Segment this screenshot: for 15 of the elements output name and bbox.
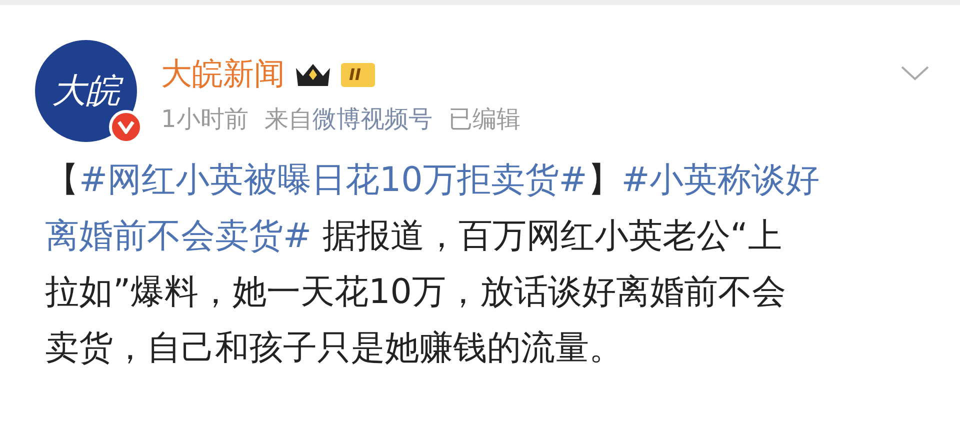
post-text: 卖货，自己和孩子只是她赚钱的流量。 <box>45 328 623 368</box>
post-text: 【 <box>45 160 79 200</box>
source-label: 来自 <box>264 105 312 134</box>
source-link[interactable]: 微博视频号 <box>312 105 432 134</box>
post-text: 】 <box>587 160 622 200</box>
level-badge[interactable]: II <box>341 62 375 87</box>
hashtag-link[interactable]: #网红小英被曝日花10万拒卖货# <box>79 160 588 200</box>
hashtag-link[interactable]: #小英称谈好 <box>621 160 820 200</box>
author-name[interactable]: 大皖新闻 <box>161 56 285 94</box>
hashtag-link[interactable]: 离婚前不会卖货# <box>45 216 312 256</box>
post-text: 拉如”爆料，她一天花10万，放话谈好离婚前不会 <box>45 272 786 312</box>
post-text: 据报道，百万网红小英老公“上 <box>321 216 782 256</box>
post-time: 1小时前 <box>161 104 248 136</box>
edited-label: 已编辑 <box>448 104 520 136</box>
chevron-down-icon[interactable] <box>900 64 930 82</box>
